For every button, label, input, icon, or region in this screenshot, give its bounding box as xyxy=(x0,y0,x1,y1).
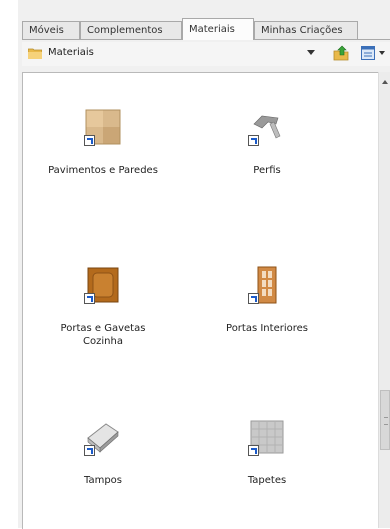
item-label: Portas Interiores xyxy=(226,323,308,334)
shortcut-overlay-icon xyxy=(248,445,259,456)
item-label: Perfis xyxy=(253,165,281,176)
tab-moveis[interactable]: Móveis xyxy=(22,21,80,39)
grip-icon xyxy=(384,417,388,425)
list-item-pavimentos[interactable]: Pavimentos e Paredes xyxy=(23,108,183,177)
vertical-scrollbar[interactable] xyxy=(378,72,390,528)
shortcut-overlay-icon xyxy=(84,293,95,304)
tab-label: Complementos xyxy=(87,25,163,36)
path-dropdown-icon[interactable] xyxy=(307,50,315,55)
scroll-thumb[interactable] xyxy=(380,390,390,450)
tab-complementos[interactable]: Complementos xyxy=(80,21,182,39)
path-toolbar: Materiais xyxy=(22,42,390,66)
tab-label: Minhas Criações xyxy=(261,25,343,36)
folder-icon xyxy=(28,48,42,59)
view-mode-icon[interactable] xyxy=(361,46,375,60)
shortcut-overlay-icon xyxy=(84,135,95,146)
list-item-tampos[interactable]: Tampos xyxy=(23,418,183,487)
list-item-portas-interiores[interactable]: Portas Interiores xyxy=(187,266,347,335)
tab-label: Materiais xyxy=(189,24,235,35)
list-item-portas-gavetas[interactable]: Portas e Gavetas Cozinha xyxy=(23,266,183,348)
shortcut-overlay-icon xyxy=(84,445,95,456)
item-label: Pavimentos e Paredes xyxy=(48,165,158,176)
shortcut-overlay-icon xyxy=(248,135,259,146)
shortcut-overlay-icon xyxy=(248,293,259,304)
rug-material-icon xyxy=(248,418,286,456)
tab-label: Móveis xyxy=(29,25,64,36)
up-folder-icon[interactable] xyxy=(333,45,349,61)
item-label: Portas e Gavetas Cozinha xyxy=(60,323,146,347)
tab-materiais[interactable]: Materiais xyxy=(182,18,254,40)
floor-wall-material-icon xyxy=(84,108,122,146)
material-grid: Pavimentos e Paredes Perfis Portas e Gav… xyxy=(22,72,379,529)
kitchen-door-material-icon xyxy=(84,266,122,304)
materials-panel: Móveis Complementos Materiais Minhas Cri… xyxy=(18,0,390,529)
list-item-perfis[interactable]: Perfis xyxy=(187,108,347,177)
countertop-material-icon xyxy=(84,418,122,456)
current-path: Materiais xyxy=(48,47,94,58)
interior-door-material-icon xyxy=(248,266,286,304)
list-item-tapetes[interactable]: Tapetes xyxy=(187,418,347,487)
profile-material-icon xyxy=(248,108,286,146)
tab-bar: Móveis Complementos Materiais Minhas Cri… xyxy=(22,18,390,40)
scroll-up-icon[interactable] xyxy=(382,80,388,84)
tab-minhas-criacoes[interactable]: Minhas Criações xyxy=(254,21,358,39)
item-label: Tapetes xyxy=(247,475,287,486)
view-dropdown-icon[interactable] xyxy=(379,51,385,55)
item-label: Tampos xyxy=(84,475,122,486)
